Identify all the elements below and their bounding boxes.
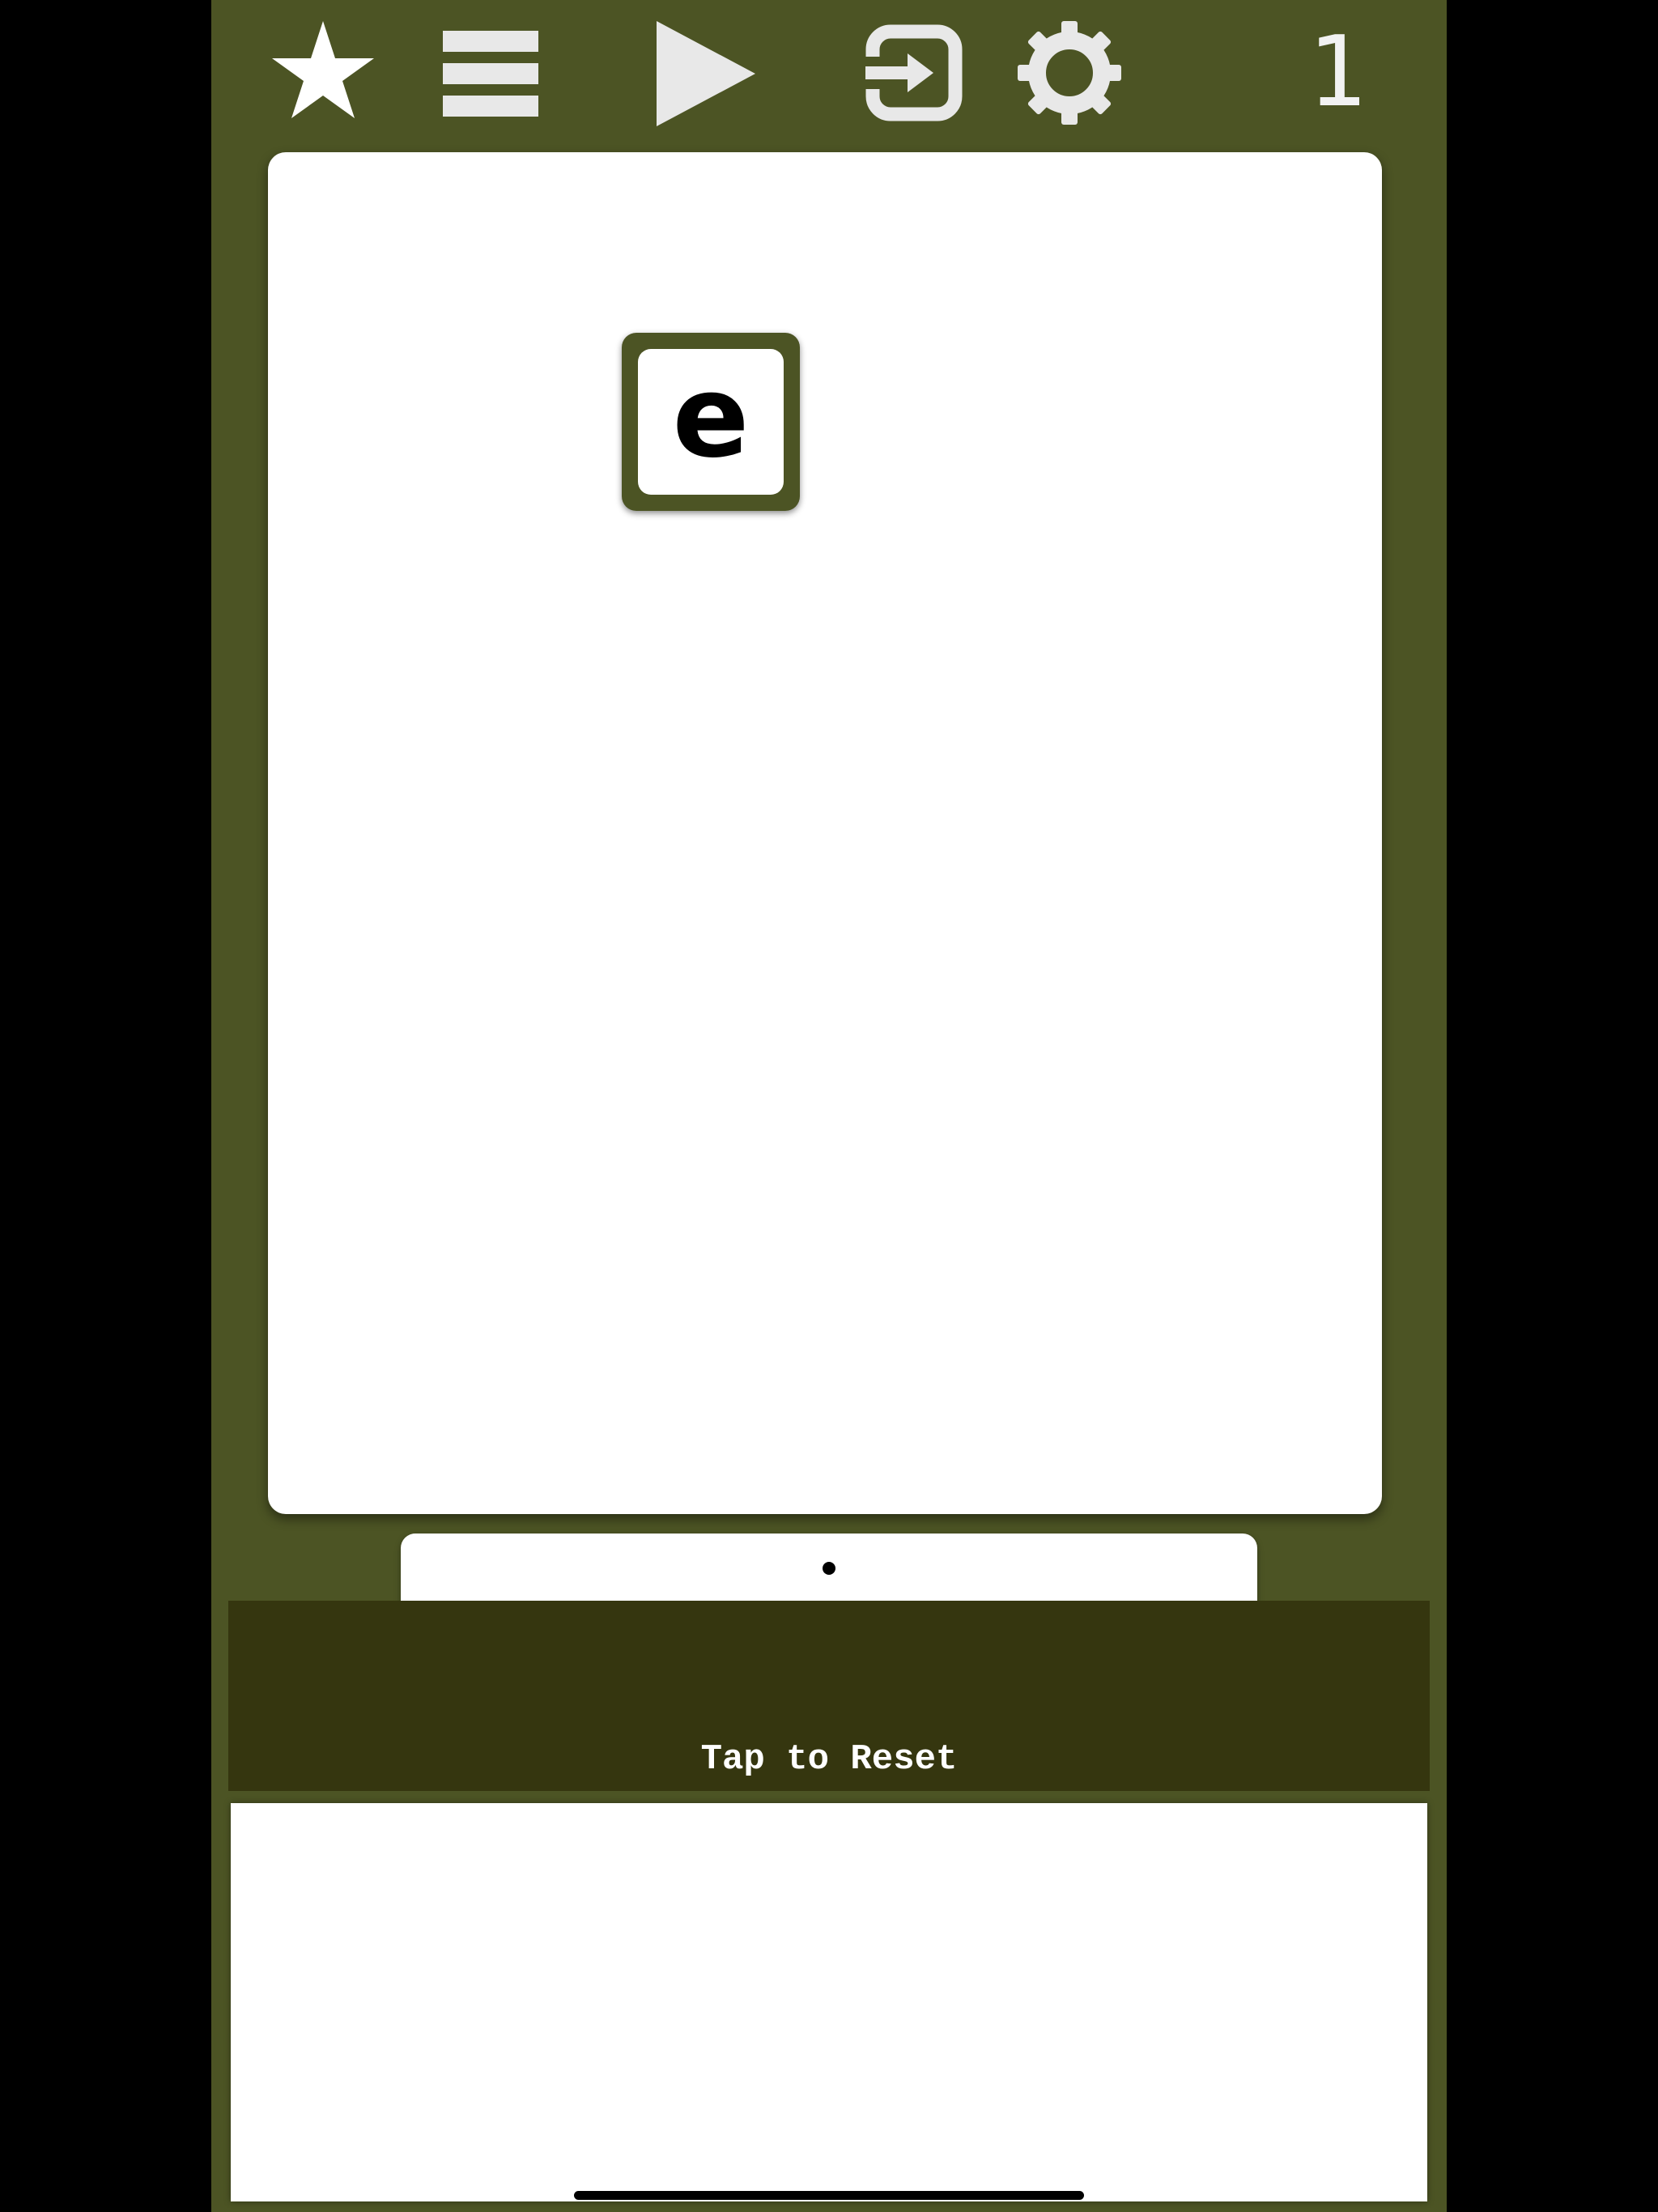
home-indicator[interactable] — [574, 2191, 1084, 2200]
letter-tile-face: e — [638, 349, 784, 495]
exit-button[interactable] — [864, 23, 964, 123]
star-icon — [272, 21, 374, 118]
reset-button[interactable]: Tap to Reset — [228, 1601, 1430, 1791]
exit-icon — [865, 24, 963, 121]
app-container: 1 e Tap to Reset — [211, 0, 1447, 2212]
menu-button[interactable] — [438, 24, 543, 121]
menu-icon — [443, 31, 538, 117]
play-button[interactable] — [648, 18, 762, 130]
page-indicator[interactable] — [401, 1534, 1257, 1606]
play-icon — [657, 21, 755, 126]
page-dot — [823, 1562, 835, 1575]
settings-button[interactable] — [1015, 18, 1124, 128]
score-counter: 1 — [1307, 16, 1367, 129]
reset-label: Tap to Reset — [700, 1739, 958, 1780]
bottom-panel — [231, 1803, 1427, 2201]
game-board[interactable]: e — [268, 152, 1382, 1514]
star-button[interactable] — [266, 18, 380, 121]
gear-icon — [1018, 21, 1121, 125]
letter-tile[interactable]: e — [622, 333, 800, 511]
